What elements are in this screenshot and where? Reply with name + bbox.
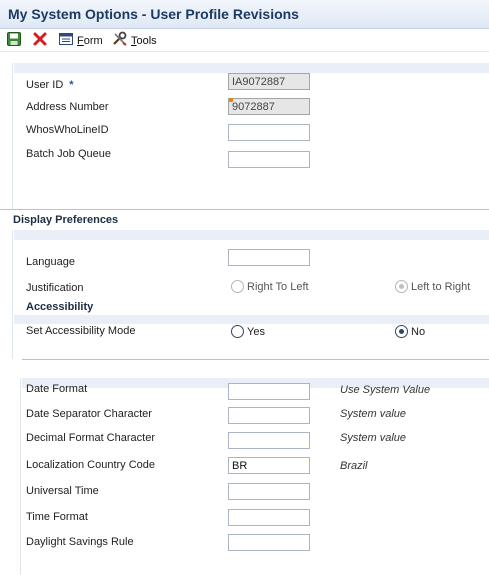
radio-selected-icon xyxy=(395,280,408,293)
form-icon xyxy=(58,31,74,50)
form-menu-label: Form xyxy=(77,34,103,47)
date-format-label: Date Format xyxy=(26,383,88,395)
address-number-label: Address Number xyxy=(26,101,109,113)
time-format-label: Time Format xyxy=(26,511,88,523)
tools-menu-label: Tools xyxy=(131,34,157,47)
daylight-savings-label: Daylight Savings Rule xyxy=(26,536,134,548)
cancel-button[interactable] xyxy=(32,32,48,49)
changed-indicator-icon xyxy=(229,98,233,102)
date-separator-field[interactable] xyxy=(228,407,310,424)
country-code-description: Brazil xyxy=(340,460,368,472)
user-id-label: User ID * xyxy=(26,79,74,91)
section-divider xyxy=(0,209,489,210)
accessibility-yes-radio[interactable]: Yes xyxy=(231,325,265,338)
accessibility-heading: Accessibility xyxy=(26,301,94,313)
required-indicator: * xyxy=(69,79,74,91)
justification-label: Justification xyxy=(26,282,84,294)
decimal-format-description: System value xyxy=(340,432,407,444)
accessibility-no-radio[interactable]: No xyxy=(395,325,425,338)
section-divider xyxy=(22,359,489,360)
user-id-field xyxy=(228,73,310,90)
whoswho-label: WhosWhoLineID xyxy=(26,124,109,136)
radio-selected-icon xyxy=(395,325,408,338)
date-separator-label: Date Separator Character xyxy=(26,408,152,420)
justification-right-to-left-radio: Right To Left xyxy=(231,280,309,293)
title-bar: My System Options - User Profile Revisio… xyxy=(0,0,489,29)
save-button[interactable] xyxy=(6,32,22,49)
section-edge xyxy=(12,230,13,359)
window-title: My System Options - User Profile Revisio… xyxy=(8,6,299,22)
radio-icon xyxy=(231,325,244,338)
section-edge xyxy=(12,63,13,209)
radio-icon xyxy=(231,280,244,293)
country-code-field[interactable] xyxy=(228,457,310,474)
date-separator-description: System value xyxy=(340,408,407,420)
whoswho-field[interactable] xyxy=(228,124,310,141)
save-icon xyxy=(6,31,22,50)
batch-job-queue-field[interactable] xyxy=(228,151,310,168)
section-band xyxy=(14,315,489,324)
language-label: Language xyxy=(26,256,75,268)
decimal-format-label: Decimal Format Character xyxy=(26,432,155,444)
section-edge xyxy=(20,378,21,575)
country-code-label: Localization Country Code xyxy=(26,459,156,471)
section-band xyxy=(14,63,489,73)
daylight-savings-field[interactable] xyxy=(228,534,310,551)
close-icon xyxy=(32,31,48,50)
accessibility-mode-label: Set Accessibility Mode xyxy=(26,325,136,337)
universal-time-label: Universal Time xyxy=(26,485,99,497)
toolbar: Form Tools xyxy=(0,29,489,52)
time-format-field[interactable] xyxy=(228,509,310,526)
justification-left-to-right-radio: Left to Right xyxy=(395,280,470,293)
tools-menu-button[interactable]: Tools xyxy=(112,31,157,50)
universal-time-field[interactable] xyxy=(228,483,310,500)
section-band xyxy=(14,230,489,240)
date-format-field[interactable] xyxy=(228,383,310,400)
date-format-description: Use System Value xyxy=(340,384,431,396)
tools-icon xyxy=(112,31,128,50)
form-menu-button[interactable]: Form xyxy=(58,32,103,49)
decimal-format-field[interactable] xyxy=(228,432,310,449)
address-number-field xyxy=(228,98,310,115)
display-preferences-heading: Display Preferences xyxy=(13,214,119,226)
language-field[interactable] xyxy=(228,249,310,266)
batch-job-queue-label: Batch Job Queue xyxy=(26,148,112,160)
